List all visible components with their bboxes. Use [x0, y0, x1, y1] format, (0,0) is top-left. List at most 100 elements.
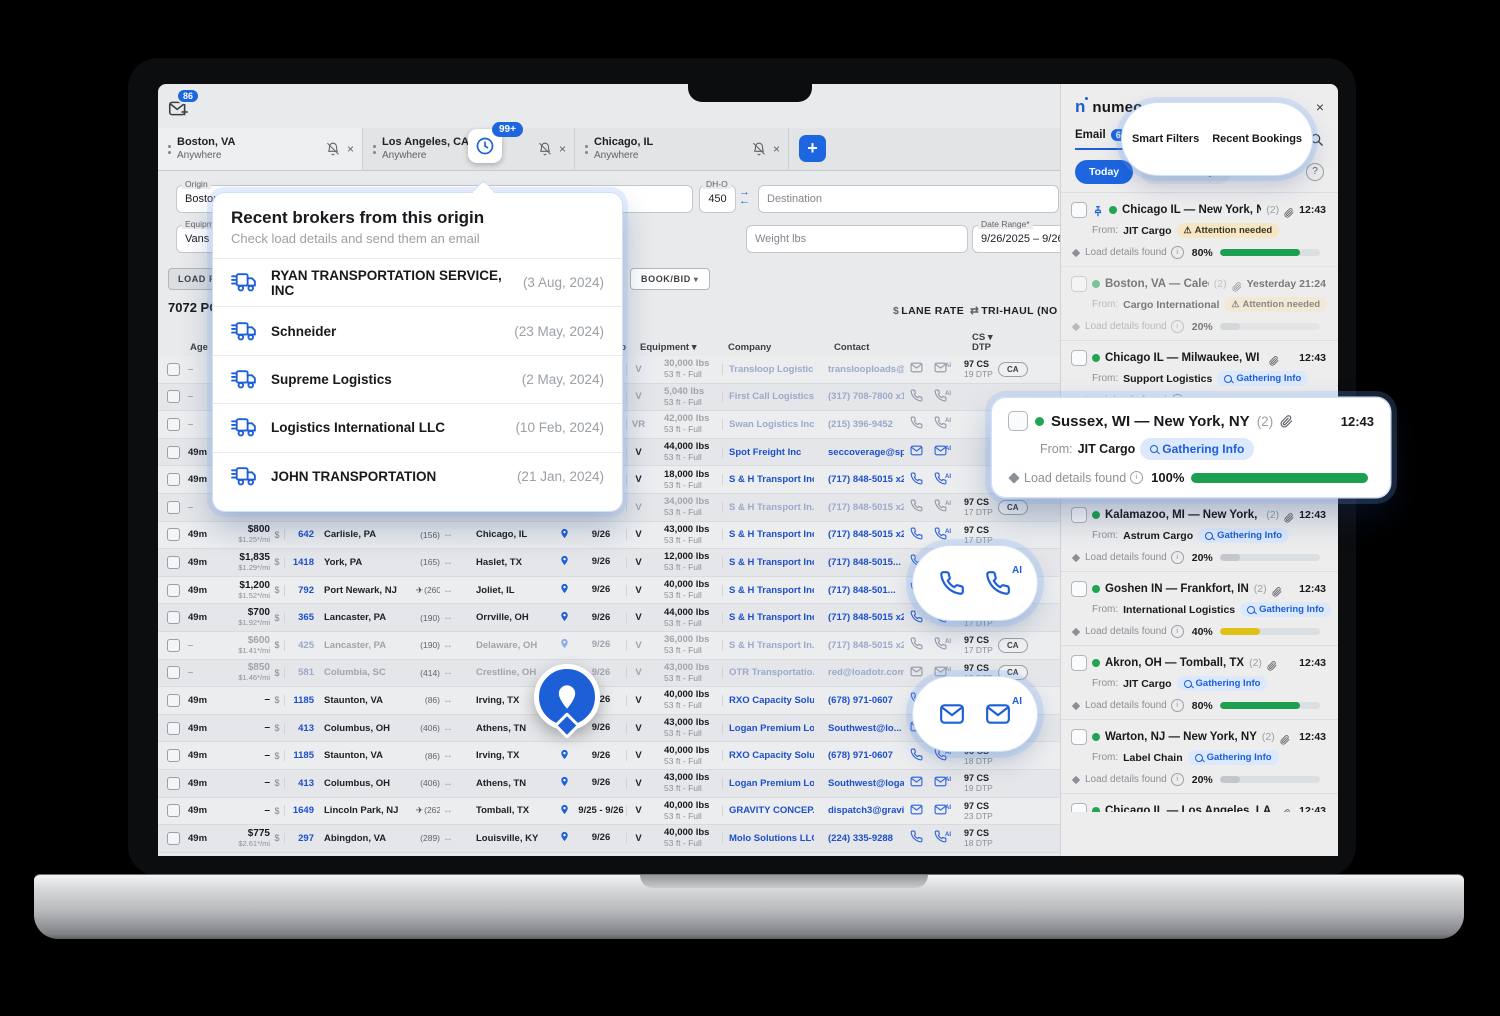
load-table-row[interactable]: 49m – $ 413 Columbus, OH ✈(406) ↔ Athens…	[158, 770, 1060, 798]
ca-cell[interactable]: CA	[998, 362, 1038, 377]
contact-ai-action-icon[interactable]: AI	[928, 444, 952, 460]
booking-entry[interactable]: Boston, VA — Caledonia, TX (2) Yesterday…	[1061, 266, 1338, 340]
mail-icon[interactable]	[939, 701, 965, 727]
highlighted-booking-card[interactable]: Sussex, WI — New York, NY (2) 12:43 From…	[992, 398, 1390, 497]
contact-ai-action-icon[interactable]: AI	[928, 803, 952, 819]
contact-action-icon[interactable]	[904, 444, 928, 460]
contact-action-icon[interactable]	[904, 527, 928, 543]
entry-checkbox[interactable]	[1071, 507, 1087, 523]
contact-ai-action-icon[interactable]: AI	[928, 830, 952, 846]
company-link[interactable]: Spot Freight Inc	[722, 447, 814, 458]
add-search-tab-button[interactable]: +	[799, 135, 826, 162]
row-checkbox[interactable]	[167, 528, 180, 541]
contact-ai-action-icon[interactable]: AI	[928, 416, 952, 432]
company-link[interactable]: S & H Transport In...	[722, 502, 814, 513]
ca-cell[interactable]: CA	[998, 500, 1038, 515]
trip-miles-link[interactable]: 642	[284, 529, 316, 540]
row-checkbox[interactable]	[167, 501, 180, 514]
dollar-icon[interactable]: $	[270, 833, 284, 843]
trip-miles-link[interactable]: 1418	[284, 557, 316, 568]
contact-ai-action-icon[interactable]: AI	[928, 527, 952, 543]
header-company[interactable]: Company	[722, 342, 834, 353]
contact-ai-action-icon[interactable]: AI	[928, 499, 952, 515]
swap-origin-destination-icon[interactable]: →←	[739, 188, 750, 206]
header-cs-dtp[interactable]: CS ▾DTP	[972, 333, 1018, 353]
contact-action-icon[interactable]	[904, 389, 928, 405]
info-icon[interactable]: i	[1171, 551, 1184, 564]
tri-haul-toggle[interactable]: ⇄TRI-HAUL (NO RATE)	[970, 305, 1060, 317]
bell-off-icon[interactable]	[538, 142, 552, 156]
contact-action-icon[interactable]	[904, 775, 928, 791]
info-icon[interactable]: i	[1171, 773, 1184, 786]
close-tab-icon[interactable]: ×	[347, 142, 354, 156]
trip-miles-link[interactable]: 413	[284, 778, 316, 789]
dollar-icon[interactable]: $	[270, 751, 284, 761]
trip-miles-link[interactable]: 792	[284, 585, 316, 596]
contact-action-icon[interactable]	[904, 665, 928, 681]
row-checkbox[interactable]	[167, 390, 180, 403]
booking-entry[interactable]: Warton, NJ — New York, NY (2) 12:43 From…	[1061, 719, 1338, 793]
info-icon[interactable]: i	[1171, 246, 1184, 259]
broker-item[interactable]: Logistics International LLC (10 Feb, 202…	[213, 404, 622, 452]
row-checkbox[interactable]	[167, 363, 180, 376]
map-pin-icon[interactable]	[552, 804, 576, 818]
contact-ai-action-icon[interactable]: AI	[928, 637, 952, 653]
trip-miles-link[interactable]: 365	[284, 612, 316, 623]
smart-filters-label[interactable]: Smart Filters	[1132, 133, 1199, 145]
close-tab-icon[interactable]: ×	[559, 142, 566, 156]
trip-miles-link[interactable]: 297	[284, 833, 316, 844]
lane-rate-toggle[interactable]: $LANE RATE	[893, 305, 964, 317]
dollar-icon[interactable]: $	[270, 640, 284, 650]
tab-email[interactable]: Email 6	[1075, 129, 1126, 150]
broker-item[interactable]: JOHN TRANSPORTATION (21 Jan, 2024)	[213, 453, 622, 501]
contact-link[interactable]: (678) 971-0607	[814, 750, 904, 761]
entry-checkbox[interactable]	[1071, 655, 1087, 671]
row-checkbox[interactable]	[167, 639, 180, 652]
map-pin-icon[interactable]	[552, 831, 576, 845]
broker-item[interactable]: Supreme Logistics (2 May, 2024)	[213, 356, 622, 404]
contact-ai-action-icon[interactable]: AI	[928, 361, 952, 377]
map-pin-icon[interactable]	[552, 749, 576, 763]
help-icon[interactable]: ?	[1306, 163, 1324, 181]
booking-entry[interactable]: Kalamazoo, MI — New York, NY (2) 12:43 F…	[1061, 497, 1338, 571]
row-checkbox[interactable]	[167, 694, 180, 707]
map-pin-icon[interactable]	[552, 555, 576, 569]
dho-input[interactable]: 450	[699, 185, 736, 213]
bell-off-icon[interactable]	[752, 142, 766, 156]
contact-link[interactable]: dispatch3@gravity...	[814, 805, 904, 816]
tab-boston[interactable]: Boston, VA Anywhere ×	[158, 128, 363, 170]
contact-link[interactable]: (717) 848-5015...	[814, 557, 904, 568]
close-sidebar-icon[interactable]: ×	[1316, 99, 1324, 115]
load-table-row[interactable]: 49m $775$2.61*/mi $ 297 Abingdon, VA ✈(2…	[158, 825, 1060, 853]
company-link[interactable]: S & H Transport Inc...	[722, 585, 814, 596]
filter-today[interactable]: Today	[1075, 160, 1133, 184]
broker-item[interactable]: RYAN TRANSPORTATION SERVICE, INC (3 Aug,…	[213, 259, 622, 307]
contact-link[interactable]: (717) 848-501...	[814, 585, 904, 596]
company-link[interactable]: Logan Premium Lo...	[722, 778, 814, 789]
map-pin-icon[interactable]	[552, 611, 576, 625]
row-checkbox[interactable]	[167, 749, 180, 762]
contact-link[interactable]: (717) 848-5015 x2157	[814, 612, 904, 623]
dollar-icon[interactable]: $	[270, 557, 284, 567]
close-tab-icon[interactable]: ×	[773, 142, 780, 156]
load-table-row[interactable]: 49m – $ 1649 Lincoln Park, NJ ✈(262) ↔ T…	[158, 798, 1060, 826]
weight-input[interactable]: Weight lbs	[746, 225, 968, 253]
ai-phone-icon[interactable]: AI	[985, 570, 1011, 596]
contact-link[interactable]: (717) 848-5015 x2157	[814, 640, 904, 651]
dollar-icon[interactable]: $	[270, 806, 284, 816]
contact-action-icon[interactable]	[904, 637, 928, 653]
trip-miles-link[interactable]: 581	[284, 667, 316, 678]
entry-checkbox[interactable]	[1071, 803, 1087, 812]
bell-off-icon[interactable]	[326, 142, 340, 156]
dollar-icon[interactable]: $	[270, 723, 284, 733]
map-pin-icon[interactable]	[552, 583, 576, 597]
company-link[interactable]: Transloop Logistic...	[722, 364, 814, 375]
entry-checkbox[interactable]	[1071, 276, 1087, 292]
contact-link[interactable]: (224) 335-9288	[814, 833, 904, 844]
contact-link[interactable]: translooploads@tr...	[814, 364, 904, 375]
row-checkbox[interactable]	[167, 666, 180, 679]
load-table-row[interactable]: 49m – $ 1185 Staunton, VA ✈(86) ↔ Irving…	[158, 742, 1060, 770]
trip-miles-link[interactable]: 1185	[284, 695, 316, 706]
row-checkbox[interactable]	[167, 446, 180, 459]
company-link[interactable]: OTR Transportatio...	[722, 667, 814, 678]
